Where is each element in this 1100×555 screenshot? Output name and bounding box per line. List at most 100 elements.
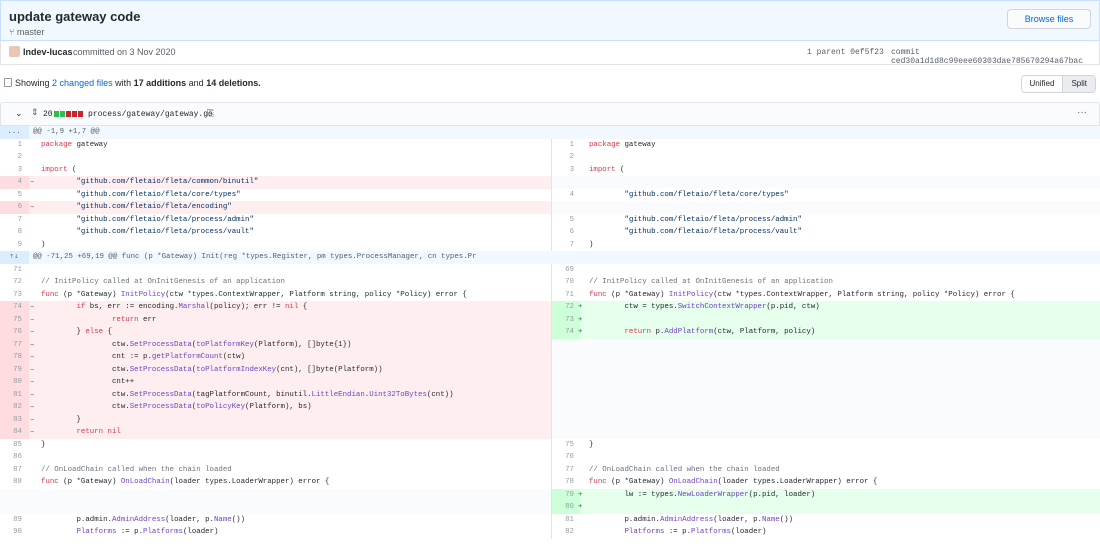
right-line-number[interactable]: 71 xyxy=(552,289,580,302)
browse-files-button[interactable]: Browse files xyxy=(1007,9,1091,29)
diff-row: 8 "github.com/fletaio/fleta/process/vaul… xyxy=(0,226,1100,239)
right-line-number[interactable]: 73 xyxy=(552,314,580,327)
right-line-number[interactable] xyxy=(552,426,580,439)
left-code-line: } xyxy=(41,440,46,449)
left-line-number[interactable]: 84 xyxy=(0,426,28,439)
expand-icon[interactable]: ... xyxy=(4,126,24,139)
right-line-number[interactable]: 77 xyxy=(552,464,580,477)
right-line-number[interactable]: 70 xyxy=(552,276,580,289)
left-line-number[interactable]: 78 xyxy=(0,351,28,364)
right-diff-marker xyxy=(578,289,588,302)
left-code-line: if bs, err := encoding.Marshal(policy); … xyxy=(76,303,308,311)
expand-icon[interactable]: ⇡⇣ xyxy=(4,251,24,264)
right-line-number[interactable]: 81 xyxy=(552,514,580,527)
left-line-number[interactable]: 79 xyxy=(0,364,28,377)
split-button[interactable]: Split xyxy=(1062,76,1095,92)
right-line-number[interactable]: 3 xyxy=(552,164,580,177)
left-line-number[interactable]: 3 xyxy=(0,164,28,177)
right-line-number[interactable] xyxy=(552,176,580,189)
right-line-number[interactable] xyxy=(552,201,580,214)
author-link[interactable]: lndev-lucas xyxy=(23,47,73,57)
left-line-number[interactable]: 2 xyxy=(0,151,28,164)
left-line-number[interactable]: 1 xyxy=(0,139,28,152)
right-code-line xyxy=(589,314,1094,327)
left-line-number[interactable]: 73 xyxy=(0,289,28,302)
left-line-number[interactable]: 9 xyxy=(0,239,28,252)
right-line-number[interactable]: 72 xyxy=(552,301,580,314)
left-line-number[interactable]: 6 xyxy=(0,201,28,214)
left-line-number[interactable]: 4 xyxy=(0,176,28,189)
kebab-menu-icon[interactable]: ··· xyxy=(1077,107,1087,118)
right-diff-marker xyxy=(578,201,588,214)
left-line-number[interactable]: 5 xyxy=(0,189,28,202)
left-line-number[interactable]: 85 xyxy=(0,439,28,452)
left-line-number[interactable]: 76 xyxy=(0,326,28,339)
right-line-number[interactable]: 82 xyxy=(552,526,580,539)
left-line-number[interactable]: 83 xyxy=(0,414,28,427)
right-line-number[interactable] xyxy=(552,389,580,402)
left-line-number[interactable]: 81 xyxy=(0,389,28,402)
right-line-number[interactable] xyxy=(552,351,580,364)
left-line-number[interactable]: 80 xyxy=(0,376,28,389)
left-line-number[interactable]: 82 xyxy=(0,401,28,414)
left-line-number[interactable] xyxy=(0,501,28,514)
left-diff-marker xyxy=(30,264,40,277)
left-line-number[interactable]: 89 xyxy=(0,514,28,527)
left-line-number[interactable]: 72 xyxy=(0,276,28,289)
right-line-number[interactable] xyxy=(552,339,580,352)
right-line-number[interactable]: 6 xyxy=(552,226,580,239)
right-line-number[interactable] xyxy=(552,364,580,377)
right-line-number[interactable]: 4 xyxy=(552,189,580,202)
left-line-number[interactable]: 77 xyxy=(0,339,28,352)
left-line-number[interactable]: 75 xyxy=(0,314,28,327)
right-diff-marker xyxy=(578,339,588,352)
left-line-number[interactable]: 8 xyxy=(0,226,28,239)
right-line-number[interactable]: 79 xyxy=(552,489,580,502)
left-line-number[interactable]: 71 xyxy=(0,264,28,277)
file-header: ⌄ ⇕ 20 process/gateway/gateway.go ⎘ ··· xyxy=(0,102,1100,126)
left-line-number[interactable]: 90 xyxy=(0,526,28,539)
diff-row: 71 69 xyxy=(0,263,1100,277)
right-line-number[interactable]: 2 xyxy=(552,151,580,164)
diff-view-toggle: Unified Split xyxy=(1020,75,1096,93)
right-line-number[interactable]: 1 xyxy=(552,139,580,152)
changed-files-link[interactable]: 2 changed files xyxy=(52,78,113,88)
right-line-number[interactable]: 78 xyxy=(552,476,580,489)
right-code-line xyxy=(589,376,1094,389)
right-line-number[interactable] xyxy=(552,401,580,414)
right-line-number[interactable] xyxy=(552,414,580,427)
diff-row: 83– } xyxy=(0,413,1100,427)
right-line-number[interactable]: 7 xyxy=(552,239,580,252)
split-diff: ... @@ -1,9 +1,7 @@ 1 package gateway 1 packa… xyxy=(0,126,1100,539)
avatar[interactable] xyxy=(9,46,20,57)
file-diff-icon[interactable] xyxy=(4,78,12,87)
right-line-number[interactable] xyxy=(552,376,580,389)
left-diff-marker: – xyxy=(30,203,35,211)
right-line-number[interactable]: 76 xyxy=(552,451,580,464)
diff-row: 4– "github.com/fletaio/fleta/common/binu… xyxy=(0,176,1100,189)
right-line-number[interactable]: 80 xyxy=(552,501,580,514)
right-diff-marker xyxy=(578,401,588,414)
commit-header: update gateway code ⑂ master Browse file… xyxy=(0,0,1100,41)
left-code-line: "github.com/fletaio/fleta/core/types" xyxy=(76,190,241,199)
branch-name[interactable]: master xyxy=(17,27,45,37)
left-line-number[interactable]: 87 xyxy=(0,464,28,477)
left-line-number[interactable]: 88 xyxy=(0,476,28,489)
right-line-number[interactable]: 69 xyxy=(552,264,580,277)
right-line-number[interactable]: 75 xyxy=(552,439,580,452)
left-line-number[interactable]: 86 xyxy=(0,451,28,464)
right-code-line xyxy=(589,339,1094,352)
left-line-number[interactable]: 74 xyxy=(0,301,28,314)
left-code-line: return nil xyxy=(76,428,121,436)
expand-all-icon[interactable]: ⇕ xyxy=(31,107,39,118)
unified-button[interactable]: Unified xyxy=(1021,76,1063,92)
right-line-number[interactable]: 5 xyxy=(552,214,580,227)
right-line-number[interactable]: 74 xyxy=(552,326,580,339)
left-line-number[interactable]: 7 xyxy=(0,214,28,227)
copy-icon[interactable]: ⎘ xyxy=(207,108,214,119)
parent-link[interactable]: 1 parent 0ef5f23 xyxy=(807,48,884,57)
left-line-number[interactable] xyxy=(0,489,28,502)
chevron-down-icon[interactable]: ⌄ xyxy=(15,108,23,119)
right-code-line xyxy=(589,426,1094,439)
left-diff-marker xyxy=(30,489,40,502)
